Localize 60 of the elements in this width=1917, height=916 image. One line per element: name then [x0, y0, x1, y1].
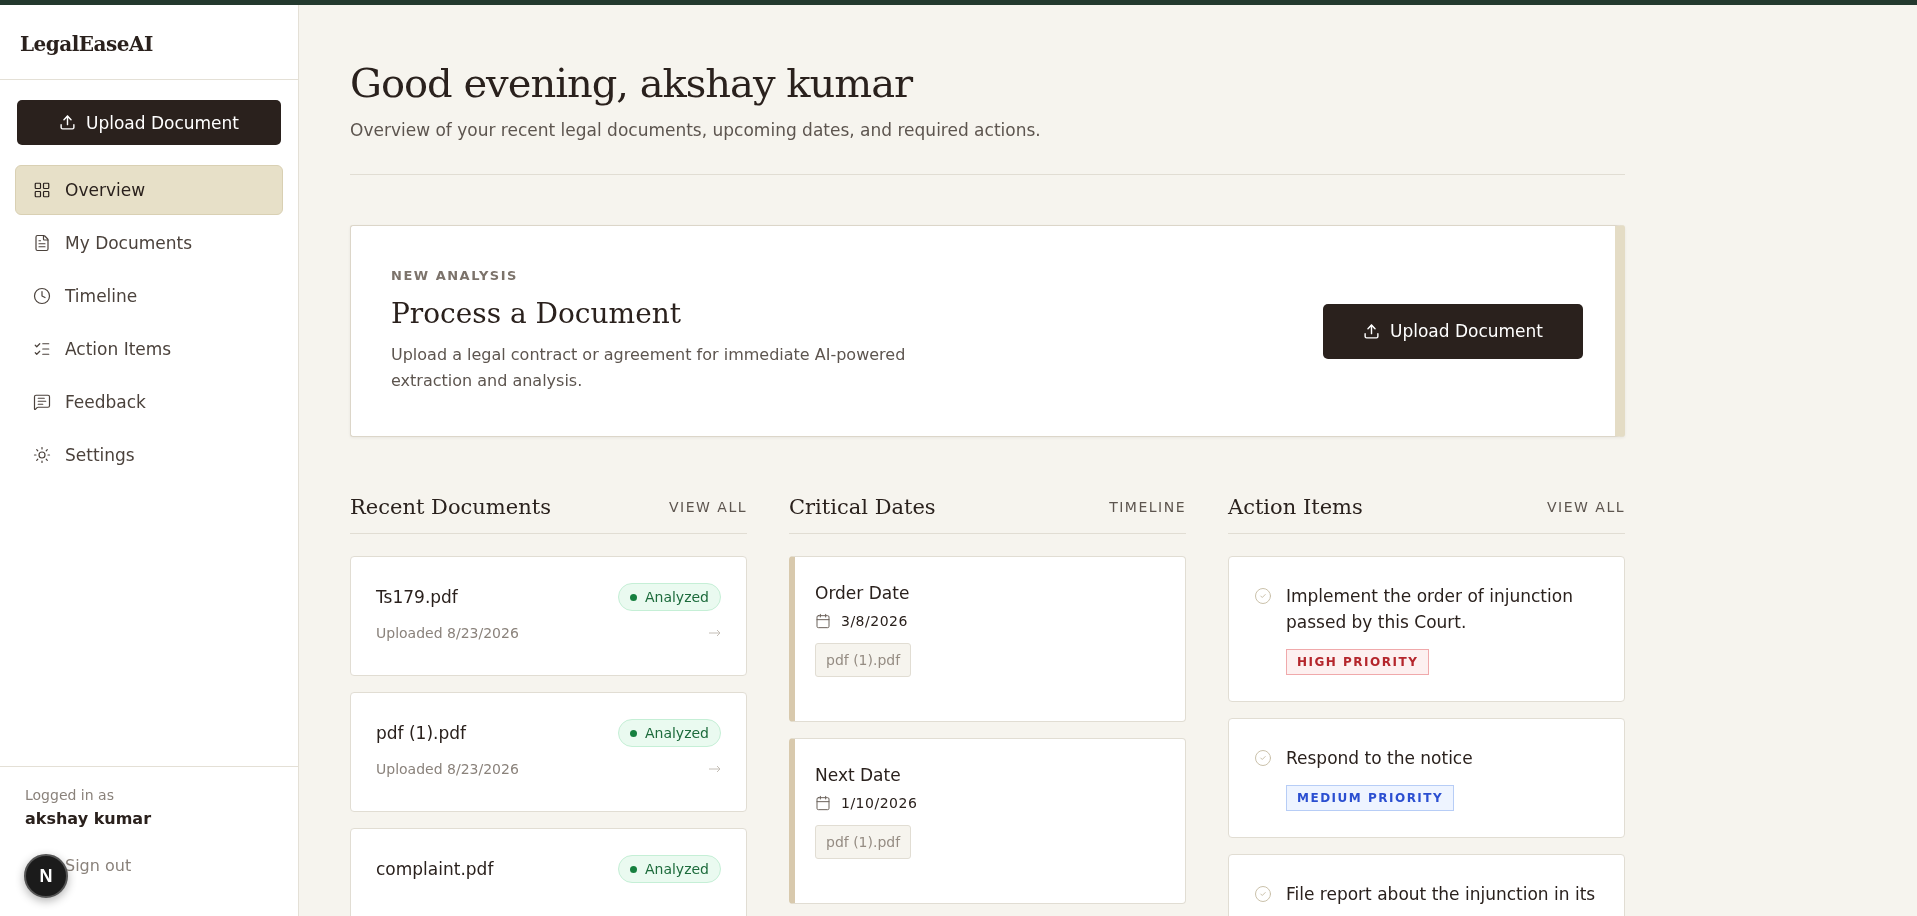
date-value: 3/8/2026 [841, 613, 908, 629]
check-circle-icon[interactable] [1254, 749, 1272, 767]
timeline-link[interactable]: TIMELINE [1109, 499, 1186, 515]
action-text: Implement the order of injunction passed by this Court. [1286, 585, 1574, 634]
sun-icon [33, 446, 51, 464]
check-circle-icon[interactable] [1254, 587, 1272, 605]
document-card[interactable]: complaint.pdf Analyzed [350, 828, 747, 916]
document-icon [33, 234, 51, 252]
upload-icon [1362, 322, 1380, 340]
nav-item[interactable]: My Documents [15, 218, 283, 268]
upload-date: Uploaded 8/23/2026 [376, 625, 519, 641]
nav-item[interactable]: Action Items [15, 324, 283, 374]
document-name: Ts179.pdf [376, 587, 458, 607]
upload-document-button[interactable]: Upload Document [17, 100, 281, 145]
document-card[interactable]: pdf (1).pdf Analyzed Uploaded 8/23/2026 [350, 692, 747, 812]
calendar-icon [815, 613, 831, 629]
nav-item[interactable]: Timeline [15, 271, 283, 321]
document-tag: pdf (1).pdf [815, 643, 912, 677]
section-title: Recent Documents [350, 495, 551, 519]
document-name: pdf (1).pdf [376, 723, 467, 743]
priority-tag: MEDIUM PRIORITY [1286, 785, 1455, 811]
arrow-icon [709, 765, 721, 773]
action-text: File report about the injunction in its [1286, 883, 1596, 906]
nav-item[interactable]: Settings [15, 430, 283, 480]
priority-tag: HIGH PRIORITY [1286, 649, 1430, 675]
status-badge: Analyzed [617, 583, 721, 611]
grid-icon [33, 181, 51, 199]
date-label: Order Date [815, 583, 910, 603]
date-label: Next Date [815, 765, 901, 785]
date-value: 1/10/2026 [841, 795, 918, 811]
status-badge: Analyzed [617, 855, 721, 883]
document-card[interactable]: Ts179.pdf Analyzed Uploaded 8/23/2026 [350, 556, 747, 676]
section-title: Critical Dates [789, 495, 936, 519]
nav-item[interactable]: Feedback [15, 377, 283, 427]
sign-out-link[interactable]: Sign out [65, 856, 273, 875]
card-title: Process a Document [391, 297, 682, 330]
action-text: Respond to the notice [1286, 747, 1473, 770]
document-name: complaint.pdf [376, 859, 494, 879]
arrow-icon [709, 629, 721, 637]
view-all-link[interactable]: VIEW ALL [1546, 499, 1625, 515]
user-name: akshay kumar [25, 809, 153, 828]
upload-icon [58, 114, 76, 131]
upload-date: Uploaded 8/23/2026 [376, 761, 519, 777]
card-description: Upload a legal contract or agreement for immediate AI-powered extraction and analysis. [391, 344, 907, 392]
nav-item[interactable]: Overview [15, 165, 283, 215]
chat-bubble-icon [33, 393, 51, 411]
check-circle-icon[interactable] [1254, 885, 1272, 903]
status-badge: Analyzed [617, 719, 721, 747]
upload-document-button[interactable]: Upload Document [1323, 303, 1583, 359]
greeting-heading: Good evening, akshay kumar [350, 60, 914, 106]
logo: LegalEaseAI [0, 5, 298, 80]
section-title: Action Items [1228, 495, 1363, 519]
card-eyebrow: NEW ANALYSIS [391, 268, 519, 283]
clock-icon [33, 287, 51, 305]
list-check-icon [33, 340, 51, 358]
view-all-link[interactable]: VIEW ALL [668, 499, 747, 515]
document-tag: pdf (1).pdf [815, 825, 912, 859]
logged-in-caption: Logged in as [25, 787, 115, 803]
calendar-icon [815, 795, 831, 811]
page-subtitle: Overview of your recent legal documents, upcoming dates, and required actions. [350, 120, 1625, 175]
